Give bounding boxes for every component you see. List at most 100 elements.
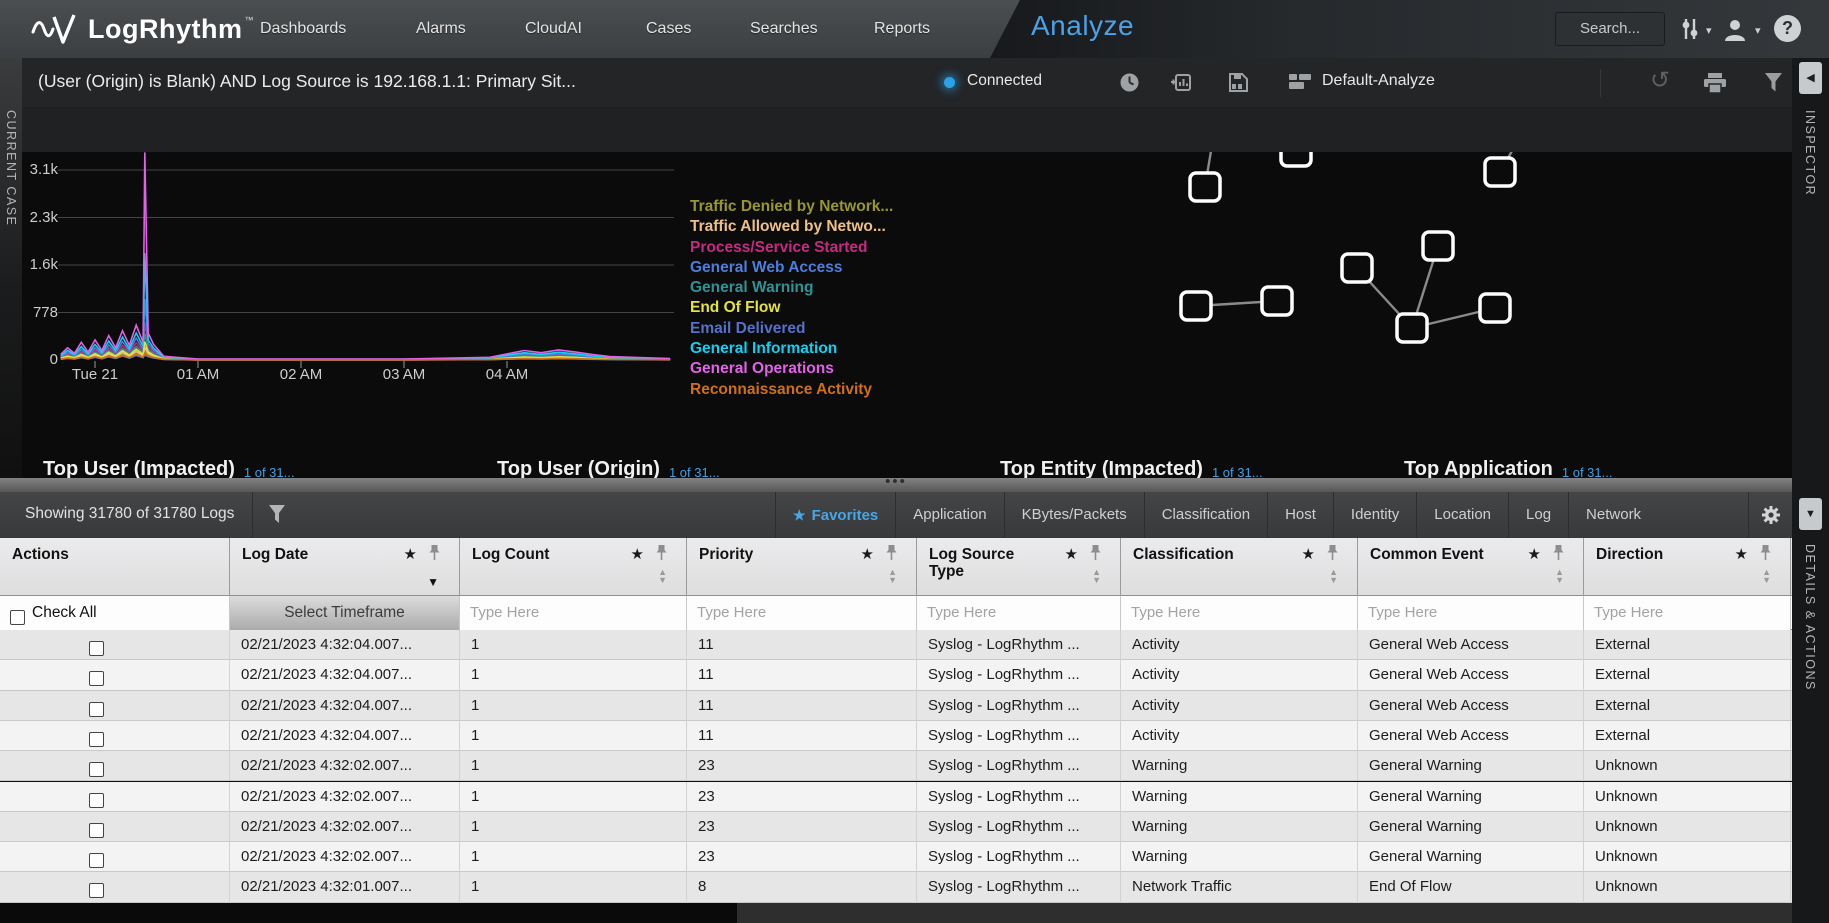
filter-placeholder[interactable]: Type Here: [1584, 596, 1790, 629]
legend-item[interactable]: Reconnaissance Activity: [690, 380, 893, 400]
table-row[interactable]: 02/21/2023 4:32:01.007...18Syslog - LogR…: [0, 872, 1792, 902]
row-checkbox[interactable]: [89, 853, 104, 868]
legend-item[interactable]: Email Delivered: [690, 319, 893, 339]
tab-analyze[interactable]: Analyze: [1031, 10, 1134, 42]
column-header-log-source-type[interactable]: Log Source Type★▲▼: [917, 538, 1121, 596]
grid-settings-gear-icon[interactable]: [1748, 492, 1792, 538]
row-checkbox[interactable]: [89, 671, 104, 686]
legend-item[interactable]: General Operations: [690, 359, 893, 379]
column-header-priority[interactable]: Priority★▲▼: [687, 538, 917, 596]
legend-item[interactable]: General Information: [690, 339, 893, 359]
nav-item-dashboards[interactable]: Dashboards: [260, 0, 346, 58]
widget-count-link[interactable]: 1 of 31...: [669, 465, 720, 478]
graph-node[interactable]: [1423, 232, 1453, 260]
nav-item-alarms[interactable]: Alarms: [416, 0, 466, 58]
grid-tab-identity[interactable]: Identity: [1333, 492, 1416, 538]
table-row[interactable]: 02/21/2023 4:32:04.007...111Syslog - Log…: [0, 691, 1792, 721]
graph-node[interactable]: [1397, 314, 1427, 342]
logrhythm-logo[interactable]: LogRhythm ™: [30, 9, 253, 49]
filter-placeholder[interactable]: Type Here: [917, 596, 1120, 629]
sort-toggle-icon[interactable]: ▲▼: [888, 568, 897, 584]
filter-icon[interactable]: [1764, 72, 1783, 98]
collapse-inspector-button[interactable]: ◀: [1799, 62, 1822, 94]
horizontal-scrollbar[interactable]: [0, 903, 1792, 923]
user-menu-icon[interactable]: [1722, 17, 1748, 47]
column-header-actions[interactable]: Actions: [0, 538, 230, 596]
graph-node[interactable]: [1190, 173, 1220, 201]
sort-toggle-icon[interactable]: ▲▼: [1762, 568, 1771, 584]
save-layout-icon[interactable]: [1228, 72, 1249, 98]
nav-item-searches[interactable]: Searches: [750, 0, 818, 58]
favorite-column-star-icon[interactable]: ★: [1735, 545, 1748, 563]
sort-toggle-icon[interactable]: ▲▼: [1329, 568, 1338, 584]
sort-toggle-icon[interactable]: ▲▼: [1092, 568, 1101, 584]
table-row[interactable]: 02/21/2023 4:32:02.007...123Syslog - Log…: [0, 782, 1792, 812]
graph-node[interactable]: [1181, 292, 1211, 320]
column-header-log-date[interactable]: Log Date★▼: [230, 538, 460, 596]
favorite-column-star-icon[interactable]: ★: [1528, 545, 1541, 563]
filter-placeholder[interactable]: Type Here: [460, 596, 686, 629]
pin-column-icon[interactable]: [428, 544, 441, 567]
row-checkbox[interactable]: [89, 762, 104, 777]
filter-placeholder[interactable]: Type Here: [1358, 596, 1583, 629]
layout-name-label[interactable]: Default-Analyze: [1322, 72, 1435, 90]
resizer-grip-icon[interactable]: •••: [874, 473, 918, 490]
pin-column-icon[interactable]: [655, 544, 668, 567]
table-row[interactable]: 02/21/2023 4:32:02.007...123Syslog - Log…: [0, 842, 1792, 872]
pin-column-icon[interactable]: [1759, 544, 1772, 567]
row-checkbox[interactable]: [89, 793, 104, 808]
legend-item[interactable]: General Warning: [690, 278, 893, 298]
nav-item-cases[interactable]: Cases: [646, 0, 691, 58]
sort-toggle-icon[interactable]: ▲▼: [1555, 568, 1564, 584]
widget-count-link[interactable]: 1 of 31...: [1562, 465, 1613, 478]
table-row[interactable]: 02/21/2023 4:32:02.007...123Syslog - Log…: [0, 812, 1792, 842]
horizontal-scrollbar-thumb[interactable]: [0, 903, 737, 923]
time-range-icon[interactable]: [1119, 72, 1140, 98]
legend-item[interactable]: Traffic Denied by Network...: [690, 197, 893, 217]
legend-item[interactable]: Process/Service Started: [690, 238, 893, 258]
column-header-classification[interactable]: Classification★▲▼: [1121, 538, 1358, 596]
grid-tab-classification[interactable]: Classification: [1144, 492, 1267, 538]
grid-tab-application[interactable]: Application: [895, 492, 1003, 538]
row-checkbox[interactable]: [89, 883, 104, 898]
widget-count-link[interactable]: 1 of 31...: [244, 465, 295, 478]
panel-resizer[interactable]: •••: [0, 478, 1792, 492]
graph-node[interactable]: [1480, 294, 1510, 322]
undo-icon[interactable]: ↻: [1650, 66, 1670, 95]
print-icon[interactable]: [1702, 72, 1728, 99]
grid-filter-icon[interactable]: [268, 504, 286, 529]
column-header-direction[interactable]: Direction★▲▼: [1584, 538, 1791, 596]
filter-placeholder[interactable]: Type Here: [687, 596, 916, 629]
graph-node[interactable]: [1342, 254, 1372, 282]
nav-item-reports[interactable]: Reports: [874, 0, 930, 58]
collapse-details-button[interactable]: ▼: [1799, 498, 1822, 530]
row-checkbox[interactable]: [89, 823, 104, 838]
favorite-column-star-icon[interactable]: ★: [631, 545, 644, 563]
favorite-column-star-icon[interactable]: ★: [1302, 545, 1315, 563]
grid-tab-network[interactable]: Network: [1568, 492, 1658, 538]
check-all-checkbox[interactable]: [10, 610, 25, 625]
legend-item[interactable]: End Of Flow: [690, 298, 893, 318]
nav-item-cloudai[interactable]: CloudAI: [525, 0, 582, 58]
pin-column-icon[interactable]: [1552, 544, 1565, 567]
filter-placeholder[interactable]: Type Here: [1121, 596, 1357, 629]
widget-count-link[interactable]: 1 of 31...: [1212, 465, 1263, 478]
select-timeframe-button[interactable]: Select Timeframe: [230, 596, 459, 630]
sort-descending-icon[interactable]: ▼: [427, 575, 439, 589]
user-caret-icon[interactable]: ▾: [1755, 24, 1761, 37]
pin-column-icon[interactable]: [885, 544, 898, 567]
table-row[interactable]: 02/21/2023 4:32:02.007...123Syslog - Log…: [0, 751, 1792, 781]
grid-tab-favorites[interactable]: ★Favorites: [775, 492, 895, 538]
favorite-column-star-icon[interactable]: ★: [404, 545, 417, 563]
sort-toggle-icon[interactable]: ▲▼: [658, 568, 667, 584]
legend-item[interactable]: General Web Access: [690, 258, 893, 278]
favorite-column-star-icon[interactable]: ★: [1065, 545, 1078, 563]
column-header-log-count[interactable]: Log Count★▲▼: [460, 538, 687, 596]
column-header-common-event[interactable]: Common Event★▲▼: [1358, 538, 1584, 596]
pin-column-icon[interactable]: [1089, 544, 1102, 567]
preferences-caret-icon[interactable]: ▾: [1706, 24, 1712, 37]
legend-item[interactable]: Traffic Allowed by Netwo...: [690, 217, 893, 237]
graph-node[interactable]: [1262, 287, 1292, 315]
favorite-column-star-icon[interactable]: ★: [861, 545, 874, 563]
search-button[interactable]: Search...: [1555, 12, 1665, 46]
